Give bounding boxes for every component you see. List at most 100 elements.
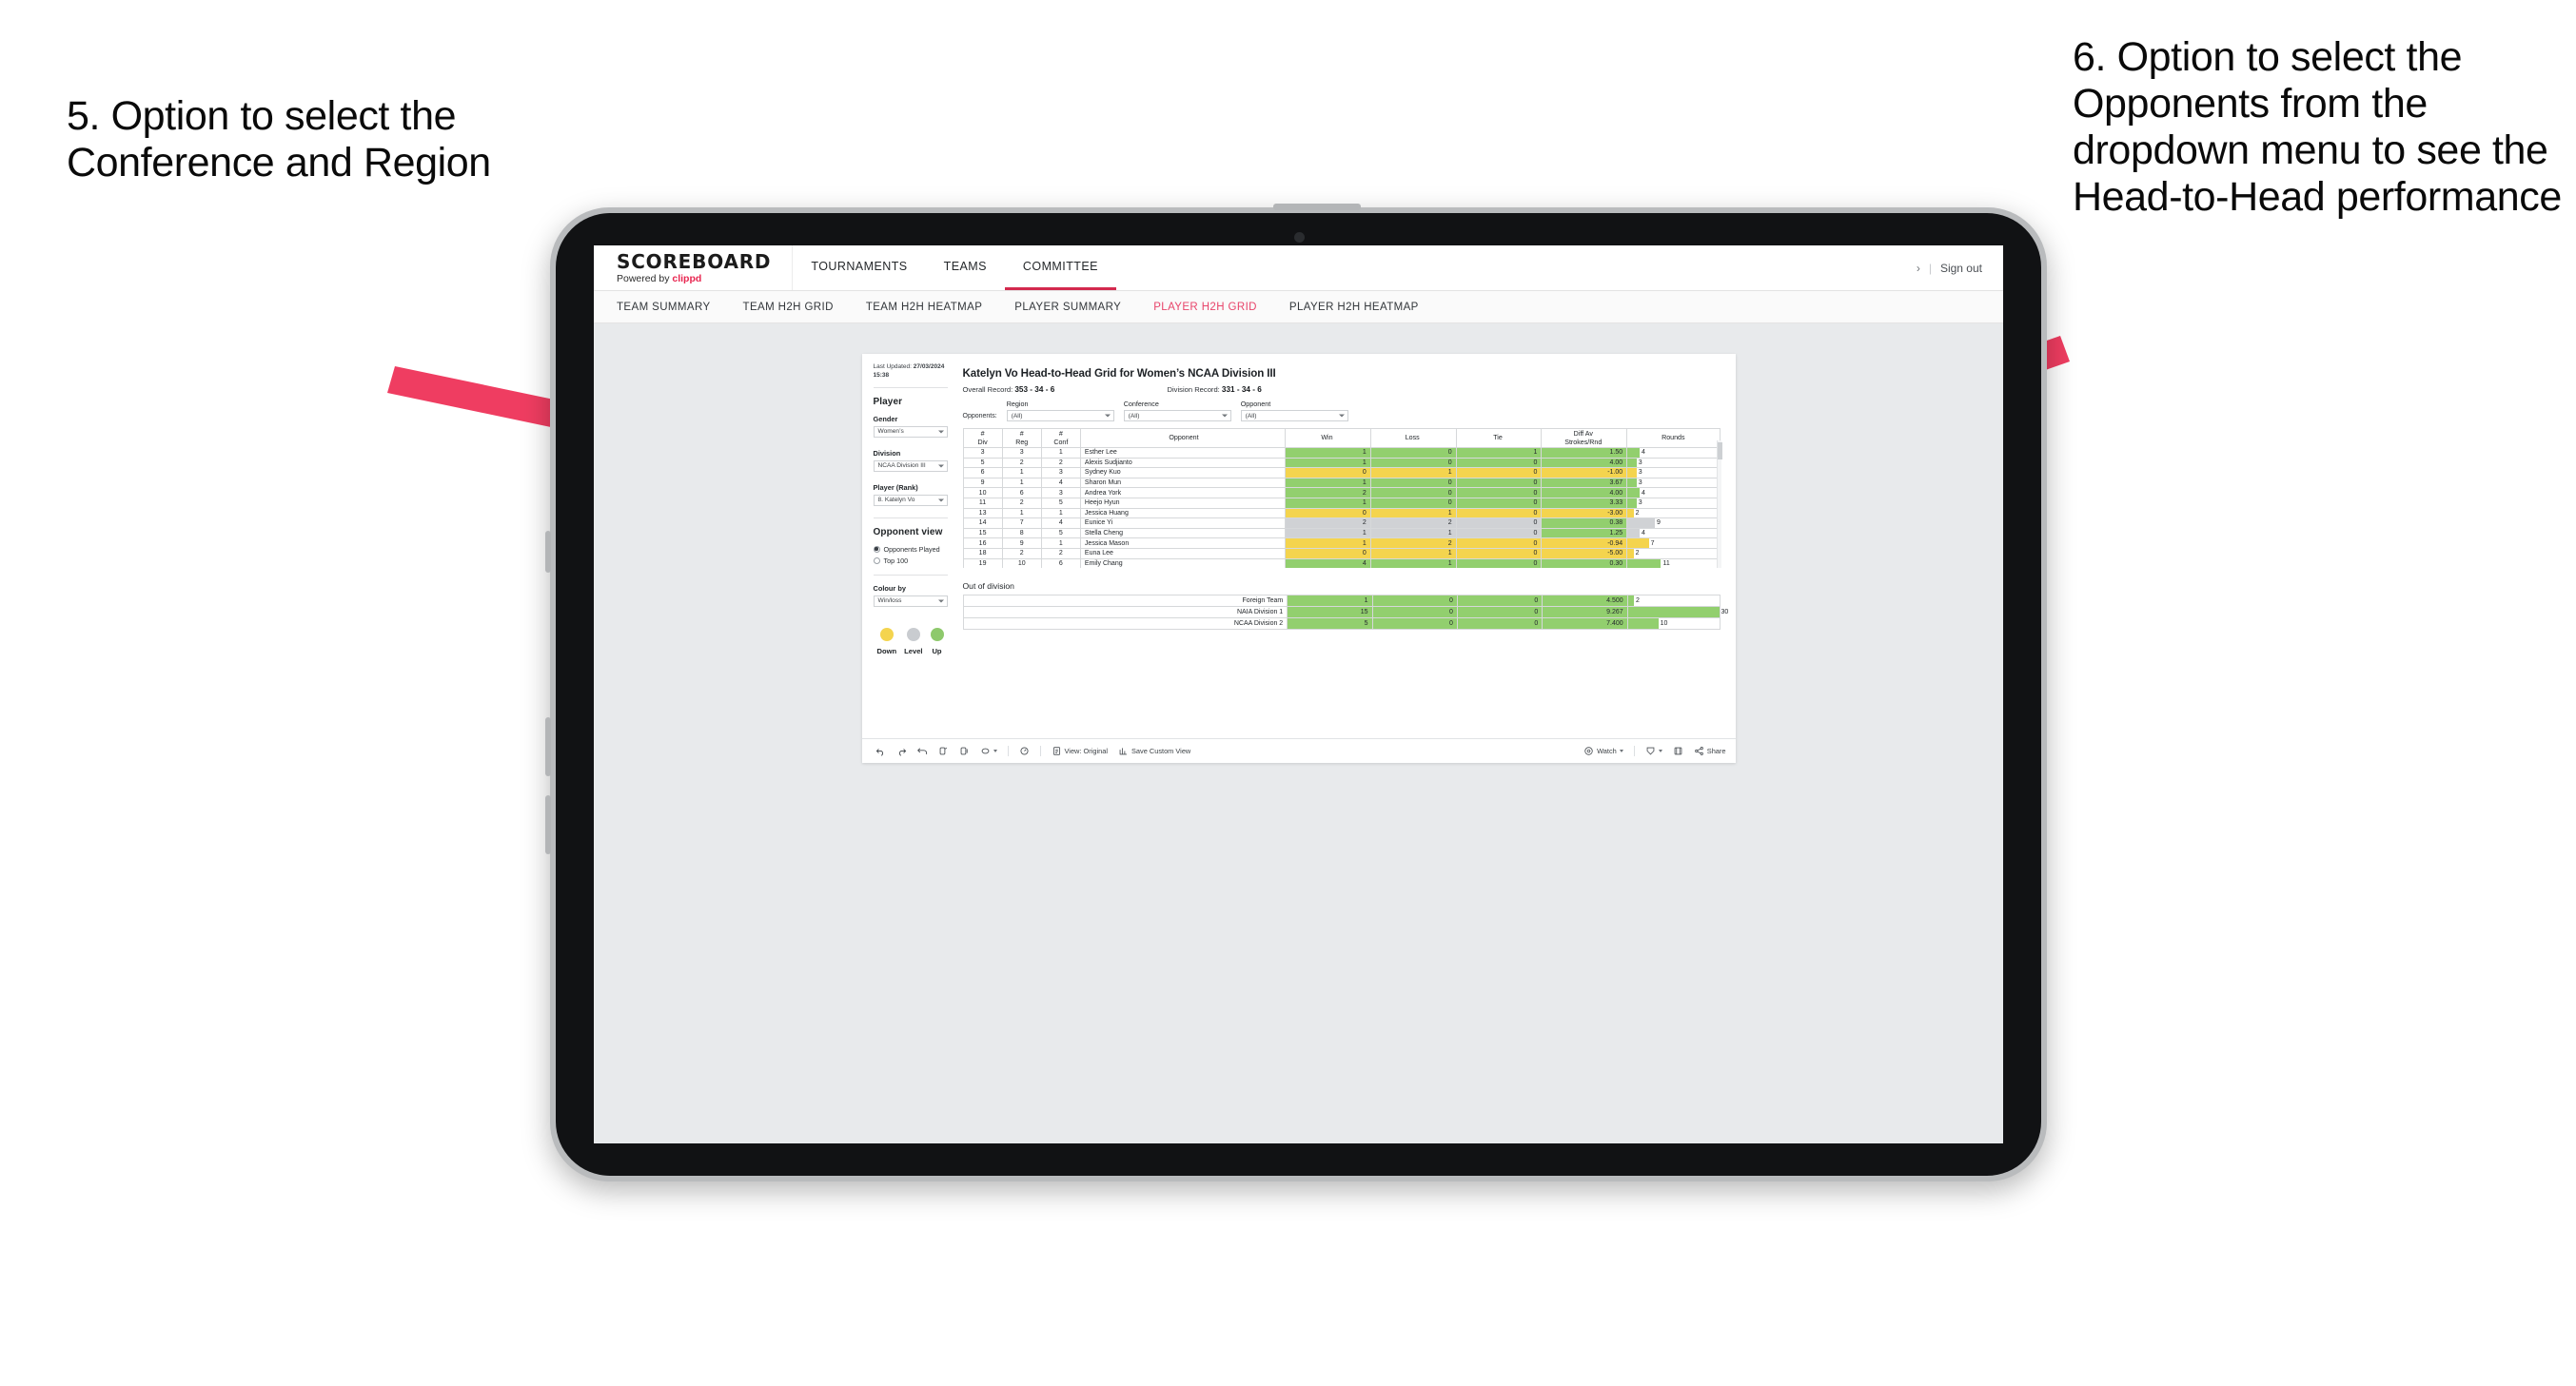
viz-toolbar: View: Original Save Custom View Watch Sh… bbox=[861, 738, 1736, 763]
table-row[interactable]: 13 1 1 Jessica Huang 0 1 0 -3.00 2 bbox=[962, 507, 1721, 519]
rounds-bar bbox=[1627, 498, 1637, 508]
region-value: (All) bbox=[1011, 412, 1023, 420]
table-row[interactable]: 18 2 2 Euna Lee 0 1 0 -5.00 2 bbox=[962, 547, 1721, 559]
save-custom-view-button[interactable]: Save Custom View bbox=[1118, 746, 1190, 756]
colour-by-select[interactable]: Win/loss bbox=[873, 595, 948, 607]
view-original-button[interactable]: View: Original bbox=[1052, 746, 1108, 756]
table-row[interactable]: 3 3 1 Esther Lee 1 0 1 1.50 4 bbox=[962, 447, 1721, 459]
chevron-right-icon[interactable]: › bbox=[1917, 262, 1920, 275]
brand-logo[interactable]: SCOREBOARD Powered by clippd bbox=[594, 245, 794, 290]
table-row[interactable]: 19 10 6 Emily Chang 4 1 0 0.30 11 bbox=[962, 557, 1721, 568]
rounds-value: 9 bbox=[1657, 519, 1661, 527]
table-row[interactable]: 14 7 4 Eunice Yi 2 2 0 0.38 9 bbox=[962, 517, 1721, 529]
rounds-bar bbox=[1627, 478, 1637, 488]
redo-icon[interactable] bbox=[896, 746, 907, 756]
cell-reg: 7 bbox=[1001, 517, 1042, 529]
division-select[interactable]: NCAA Division III bbox=[873, 459, 948, 472]
opponents-label: Opponents: bbox=[962, 413, 997, 420]
grid-col-header-win[interactable]: Win bbox=[1285, 428, 1371, 448]
grid-scrollbar-thumb[interactable] bbox=[1717, 442, 1722, 459]
chevron-down-icon bbox=[1619, 750, 1623, 752]
side-button-1[interactable] bbox=[545, 531, 551, 573]
cell-loss: 0 bbox=[1369, 477, 1457, 489]
conference-select[interactable]: (All) bbox=[1123, 410, 1231, 421]
table-row[interactable]: 10 6 3 Andrea York 2 0 0 4.00 4 bbox=[962, 487, 1721, 498]
nav-tournaments[interactable]: TOURNAMENTS bbox=[793, 245, 925, 290]
filter-sidebar: Last Updated: 27/03/2024 15:38 Player Ge… bbox=[862, 354, 957, 738]
fullscreen-icon[interactable] bbox=[1673, 746, 1683, 756]
cell-diff: -5.00 bbox=[1541, 547, 1628, 559]
nav-committee[interactable]: COMMITTEE bbox=[1004, 245, 1116, 290]
gender-select[interactable]: Women’s bbox=[873, 425, 948, 438]
player-section-heading: Player bbox=[873, 396, 903, 407]
subnav-player-h2h-heatmap[interactable]: PLAYER H2H HEATMAP bbox=[1289, 302, 1419, 313]
radio-opponents-played[interactable]: Opponents Played bbox=[873, 545, 948, 554]
grid-col-header-reg[interactable]: # Reg bbox=[1001, 428, 1042, 448]
share-button[interactable]: Share bbox=[1694, 746, 1726, 756]
brand-title: SCOREBOARD bbox=[617, 249, 772, 273]
cell-opponent: Alexis Sudjianto bbox=[1079, 457, 1287, 469]
sign-out-link[interactable]: Sign out bbox=[1940, 262, 1982, 275]
region-select[interactable]: (All) bbox=[1006, 410, 1114, 421]
header-divider: | bbox=[1928, 261, 1932, 275]
h2h-grid-scroll[interactable]: # Div # Reg # Conf Opponent Win Loss Tie Diff Av St… bbox=[962, 421, 1721, 568]
grid-col-header-opponent[interactable]: Opponent bbox=[1079, 428, 1287, 448]
subnav-player-summary[interactable]: PLAYER SUMMARY bbox=[1014, 302, 1121, 313]
subnav-team-summary[interactable]: TEAM SUMMARY bbox=[617, 302, 711, 313]
table-row[interactable]: 15 8 5 Stella Cheng 1 1 0 1.25 4 bbox=[962, 527, 1721, 539]
power-button[interactable] bbox=[1273, 204, 1361, 210]
toolbar-divider-3 bbox=[1633, 746, 1635, 756]
download-button[interactable] bbox=[1645, 746, 1662, 756]
watch-button[interactable]: Watch bbox=[1583, 746, 1623, 756]
share-label: Share bbox=[1706, 747, 1726, 755]
volume-up-button[interactable] bbox=[545, 717, 551, 776]
radio-top-100[interactable]: Top 100 bbox=[873, 556, 948, 565]
table-row[interactable]: 16 9 1 Jessica Mason 1 2 0 -0.94 7 bbox=[962, 537, 1721, 549]
table-row[interactable]: 6 1 3 Sydney Kuo 0 1 0 -1.00 3 bbox=[962, 467, 1721, 478]
table-row[interactable]: 11 2 5 Heejo Hyun 1 0 0 3.33 3 bbox=[962, 497, 1721, 509]
table-row[interactable]: 5 2 2 Alexis Sudjianto 1 0 0 4.00 3 bbox=[962, 457, 1721, 469]
grid-col-header-conf[interactable]: # Conf bbox=[1040, 428, 1081, 448]
table-row[interactable]: 9 1 4 Sharon Mun 1 0 0 3.67 3 bbox=[962, 477, 1721, 489]
grid-col-header-rounds[interactable]: Rounds bbox=[1626, 428, 1721, 448]
cell-div: 15 bbox=[962, 527, 1003, 539]
opponent-label: Opponent bbox=[1240, 400, 1271, 408]
rounds-bar bbox=[1627, 607, 1720, 617]
save-custom-view-label: Save Custom View bbox=[1131, 747, 1191, 755]
pan-tool[interactable] bbox=[980, 746, 997, 756]
revert-icon[interactable] bbox=[916, 746, 928, 756]
cell-div: 3 bbox=[962, 447, 1003, 459]
out-of-division-row[interactable]: NCAA Division 2 5 0 0 7.400 10 bbox=[962, 617, 1721, 630]
tableau-viz: Last Updated: 27/03/2024 15:38 Player Ge… bbox=[861, 354, 1736, 763]
volume-down-button[interactable] bbox=[545, 795, 551, 854]
subnav-team-h2h-grid[interactable]: TEAM H2H GRID bbox=[743, 302, 834, 313]
grid-col-header-div[interactable]: # Div bbox=[962, 428, 1003, 448]
out-of-division-row[interactable]: NAIA Division 1 15 0 0 9.267 30 bbox=[962, 606, 1728, 618]
header-right: › | Sign out bbox=[1917, 245, 2003, 290]
nav-teams[interactable]: TEAMS bbox=[926, 245, 1005, 290]
cell-div: 16 bbox=[962, 537, 1003, 549]
player-rank-select[interactable]: 8. Katelyn Vo bbox=[873, 494, 948, 506]
refresh-icon[interactable] bbox=[938, 746, 949, 756]
cell-rounds: 3 bbox=[1626, 467, 1721, 478]
out-of-division-row[interactable]: Foreign Team 1 0 0 4.500 2 bbox=[962, 595, 1721, 607]
cell-loss: 0 bbox=[1369, 457, 1457, 469]
cell-loss: 1 bbox=[1369, 527, 1457, 539]
zoom-icon[interactable] bbox=[1019, 746, 1030, 756]
cell-tie: 0 bbox=[1456, 617, 1544, 630]
undo-icon[interactable] bbox=[875, 746, 886, 756]
grid-col-header-tie[interactable]: Tie bbox=[1455, 428, 1543, 448]
grid-scrollbar[interactable] bbox=[1716, 440, 1722, 568]
pan-icon bbox=[980, 746, 991, 756]
divider-2 bbox=[873, 517, 948, 518]
cell-loss: 0 bbox=[1371, 606, 1458, 618]
grid-col-header-diff-av-strokes-rnd[interactable]: Diff Av Strokes/Rnd bbox=[1541, 428, 1628, 448]
subnav-team-h2h-heatmap[interactable]: TEAM H2H HEATMAP bbox=[866, 302, 982, 313]
subnav-player-h2h-grid[interactable]: PLAYER H2H GRID bbox=[1153, 302, 1257, 313]
cell-loss: 2 bbox=[1369, 537, 1457, 549]
rounds-value: 4 bbox=[1642, 489, 1645, 497]
rounds-bar bbox=[1627, 488, 1640, 498]
pause-icon[interactable] bbox=[959, 746, 970, 756]
opponent-select[interactable]: (All) bbox=[1240, 410, 1348, 421]
grid-col-header-loss[interactable]: Loss bbox=[1369, 428, 1457, 448]
